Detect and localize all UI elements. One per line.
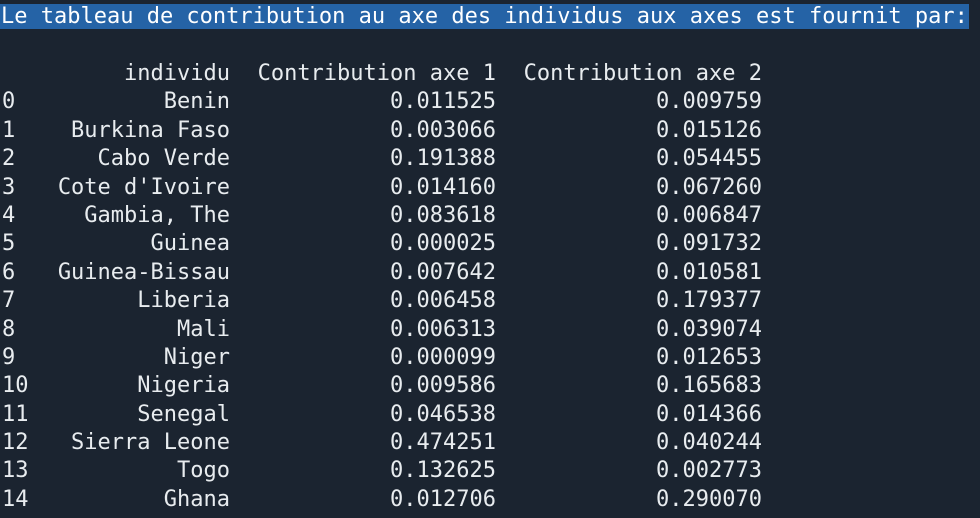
- row-individu: Burkina Faso: [71, 117, 230, 143]
- row-contribution-axe-2: 0.010581: [656, 259, 762, 285]
- row-contribution-axe-2: 0.040244: [656, 430, 762, 456]
- row-individu: Senegal: [137, 401, 230, 427]
- row-contribution-axe-1: 0.006458: [390, 288, 496, 314]
- header-contribution-axe-2: Contribution axe 2: [523, 61, 762, 86]
- table-row: 14 Ghana 0.012706 0.290070: [0, 486, 980, 514]
- row-index: 14: [2, 486, 29, 512]
- table-row: 5 Guinea 0.000025 0.091732: [0, 230, 980, 258]
- table-row: 4 Gambia, The 0.083618 0.006847: [0, 202, 980, 230]
- table-row: 9 Niger 0.000099 0.012653: [0, 344, 980, 372]
- row-contribution-axe-1: 0.007642: [390, 259, 496, 285]
- row-individu: Cote d'Ivoire: [57, 174, 230, 200]
- row-contribution-axe-2: 0.009759: [656, 89, 762, 115]
- row-index: 8: [2, 316, 16, 342]
- row-index: 7: [2, 288, 16, 314]
- row-index: 11: [2, 401, 29, 427]
- row-contribution-axe-1: 0.003066: [390, 117, 496, 143]
- row-contribution-axe-2: 0.054455: [656, 146, 762, 172]
- row-contribution-axe-2: 0.014366: [656, 401, 762, 427]
- row-contribution-axe-2: 0.015126: [656, 117, 762, 143]
- row-contribution-axe-1: 0.012706: [390, 486, 496, 512]
- row-individu: Ghana: [163, 486, 230, 512]
- row-individu: Niger: [163, 344, 230, 370]
- row-index: 4: [2, 202, 16, 228]
- row-index: 12: [2, 430, 29, 456]
- row-index: 6: [2, 259, 16, 285]
- table-row: 7 Liberia 0.006458 0.179377: [0, 287, 980, 315]
- row-individu: Mali: [177, 316, 230, 342]
- row-index: 10: [2, 373, 29, 399]
- table-body: 0 Benin 0.011525 0.009759 1 Burkina Faso 0.003…: [0, 88, 980, 514]
- row-contribution-axe-1: 0.009586: [390, 373, 496, 399]
- row-individu: Nigeria: [137, 373, 230, 399]
- table-row: 1 Burkina Faso 0.003066 0.015126: [0, 117, 980, 145]
- row-index: 9: [2, 344, 16, 370]
- row-individu: Guinea-Bissau: [57, 259, 230, 285]
- header-contribution-axe-1: Contribution axe 1: [257, 61, 496, 86]
- table-row: 0 Benin 0.011525 0.009759: [0, 88, 980, 116]
- table-row: 3 Cote d'Ivoire 0.014160 0.067260: [0, 174, 980, 202]
- row-contribution-axe-1: 0.011525: [390, 89, 496, 115]
- table-row: 11 Senegal 0.046538 0.014366: [0, 401, 980, 429]
- row-individu: Cabo Verde: [97, 146, 230, 172]
- contribution-table: individu Contribution axe 1 Contribution…: [0, 60, 980, 514]
- table-row: 10 Nigeria 0.009586 0.165683: [0, 372, 980, 400]
- row-contribution-axe-1: 0.474251: [390, 430, 496, 456]
- row-index: 3: [2, 174, 16, 200]
- row-individu: Sierra Leone: [71, 430, 230, 456]
- row-individu: Gambia, The: [84, 202, 230, 228]
- table-header-row: individu Contribution axe 1 Contribution…: [0, 60, 980, 88]
- row-individu: Liberia: [137, 288, 230, 314]
- row-contribution-axe-2: 0.091732: [656, 231, 762, 257]
- row-contribution-axe-1: 0.083618: [390, 202, 496, 228]
- table-row: 2 Cabo Verde 0.191388 0.054455: [0, 145, 980, 173]
- row-contribution-axe-1: 0.000099: [390, 344, 496, 370]
- row-contribution-axe-1: 0.046538: [390, 401, 496, 427]
- table-row: 13 Togo 0.132625 0.002773: [0, 457, 980, 485]
- output-title-line[interactable]: Le tableau de contribution au axe des in…: [0, 3, 980, 31]
- row-contribution-axe-2: 0.039074: [656, 316, 762, 342]
- selected-title-text[interactable]: Le tableau de contribution au axe des in…: [0, 4, 969, 29]
- row-contribution-axe-2: 0.067260: [656, 174, 762, 200]
- row-contribution-axe-1: 0.191388: [390, 146, 496, 172]
- row-index: 1: [2, 117, 16, 143]
- table-row: 8 Mali 0.006313 0.039074: [0, 316, 980, 344]
- row-individu: Guinea: [150, 231, 230, 257]
- row-contribution-axe-2: 0.179377: [656, 288, 762, 314]
- row-index: 2: [2, 146, 16, 172]
- row-contribution-axe-2: 0.006847: [656, 202, 762, 228]
- row-individu: Benin: [163, 89, 230, 115]
- row-contribution-axe-2: 0.165683: [656, 373, 762, 399]
- row-index: 0: [2, 89, 16, 115]
- table-row: 12 Sierra Leone 0.474251 0.040244: [0, 429, 980, 457]
- row-contribution-axe-2: 0.002773: [656, 458, 762, 484]
- row-index: 13: [2, 458, 29, 484]
- row-individu: Togo: [177, 458, 230, 484]
- row-contribution-axe-1: 0.000025: [390, 231, 496, 257]
- row-contribution-axe-1: 0.132625: [390, 458, 496, 484]
- row-index: 5: [2, 231, 16, 257]
- row-contribution-axe-1: 0.006313: [390, 316, 496, 342]
- table-row: 6 Guinea-Bissau 0.007642 0.010581: [0, 259, 980, 287]
- row-contribution-axe-1: 0.014160: [390, 174, 496, 200]
- header-individu: individu: [124, 61, 230, 86]
- row-contribution-axe-2: 0.012653: [656, 344, 762, 370]
- row-contribution-axe-2: 0.290070: [656, 486, 762, 512]
